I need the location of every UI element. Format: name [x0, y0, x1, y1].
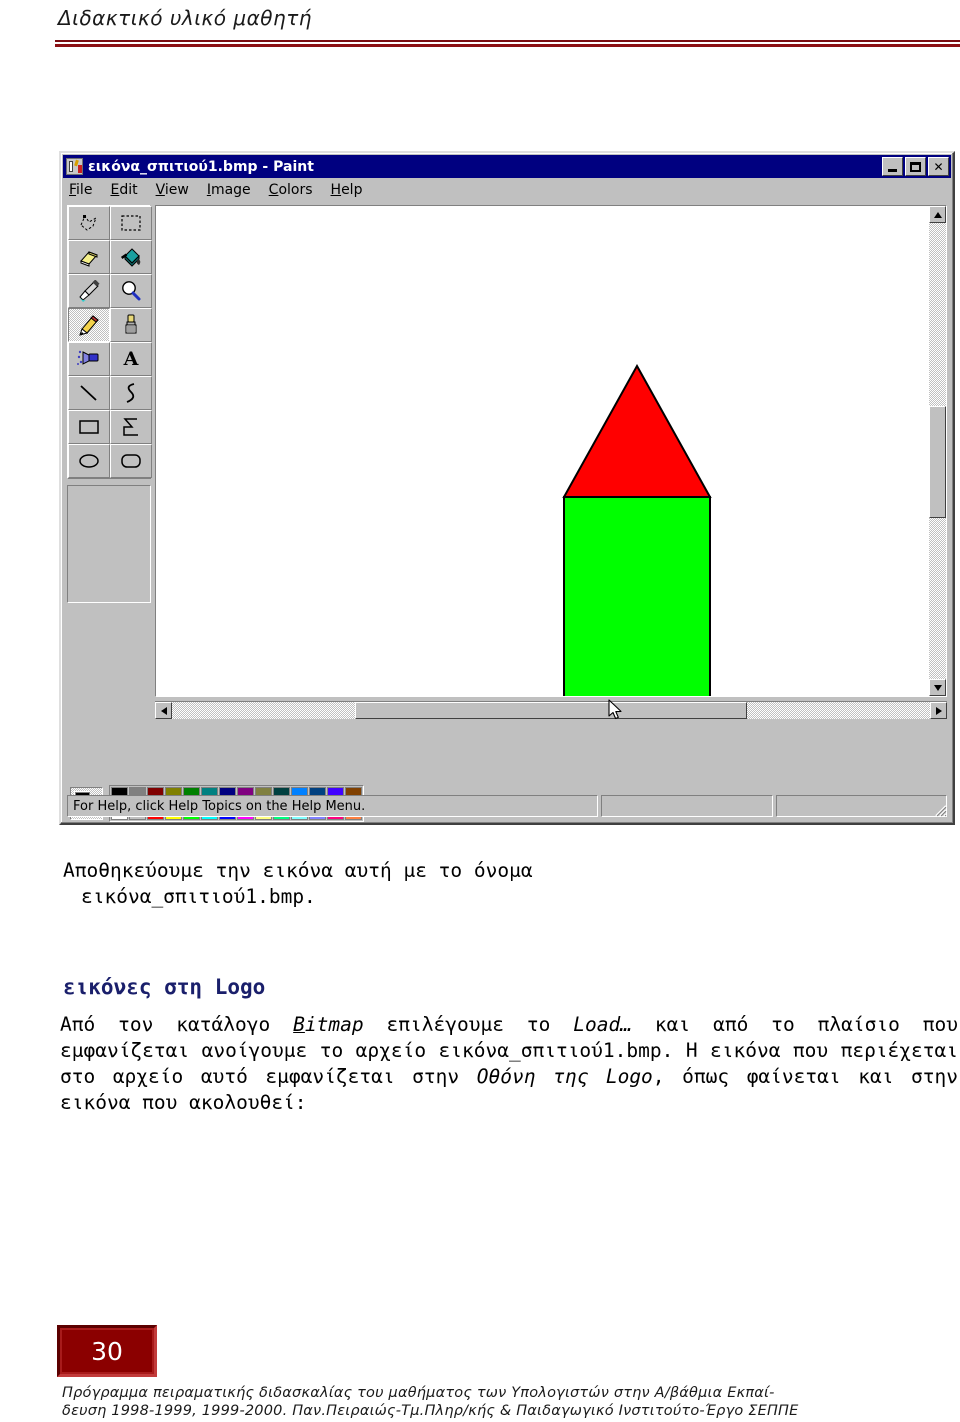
horizontal-scroll-thumb[interactable]	[355, 702, 747, 719]
para2-text-a: Από τον κατάλογο	[60, 1013, 294, 1036]
logo-screen-label: Οθόνη της Logo	[476, 1065, 653, 1088]
scroll-down-button[interactable]	[929, 679, 946, 696]
minimize-button[interactable]	[882, 157, 903, 176]
paint-status-bar: For Help, click Help Topics on the Help …	[67, 795, 947, 817]
eraser-tool-icon[interactable]	[68, 240, 110, 274]
page-header-title: Διδακτικό υλικό μαθητή	[58, 6, 312, 30]
page-footer: Πρόγραμμα πειραματικής διδασκαλίας του μ…	[62, 1384, 952, 1420]
bitmap-menu-rest: itmap	[304, 1013, 364, 1036]
rectangle-tool-icon[interactable]	[68, 410, 110, 444]
free-form-select-tool-icon[interactable]	[68, 206, 110, 240]
pencil-tool-icon[interactable]	[68, 308, 110, 342]
page-number-text: 30	[60, 1328, 154, 1374]
canvas-area	[155, 205, 947, 821]
close-button[interactable]: ✕	[928, 157, 949, 176]
status-message: For Help, click Help Topics on the Help …	[67, 795, 598, 817]
paint-application-window: εικόνα_σπιτιού1.bmp - Paint ✕ File Edit …	[59, 151, 955, 825]
fill-with-color-tool-icon[interactable]	[110, 240, 152, 274]
para1-line2: εικόνα_σπιτιού1.bmp.	[81, 885, 316, 908]
curve-tool-icon[interactable]	[110, 376, 152, 410]
bitmap-menu-mnemonic: B	[293, 1013, 305, 1036]
polygon-tool-icon[interactable]	[110, 410, 152, 444]
load-command-label: Load…	[573, 1013, 632, 1036]
canvas-vertical-scrollbar[interactable]	[929, 206, 946, 696]
page-number-badge: 30	[57, 1325, 157, 1377]
paint-title-bar[interactable]: εικόνα_σπιτιού1.bmp - Paint ✕	[63, 155, 951, 178]
status-panel-3	[776, 795, 947, 817]
pick-color-tool-icon[interactable]	[68, 274, 110, 308]
menu-edit[interactable]: Edit	[110, 182, 137, 198]
magnifier-tool-icon[interactable]	[110, 274, 152, 308]
vertical-scroll-thumb[interactable]	[929, 406, 946, 518]
menu-view[interactable]: View	[156, 182, 189, 198]
menu-help[interactable]: Help	[331, 182, 363, 198]
canvas-horizontal-scrollbar[interactable]	[155, 701, 947, 719]
house-drawing	[562, 364, 712, 696]
para2-text-b: επιλέγουμε το	[363, 1013, 574, 1036]
line-tool-icon[interactable]	[68, 376, 110, 410]
scroll-right-button[interactable]	[930, 702, 947, 719]
brush-tool-icon[interactable]	[110, 308, 152, 342]
tool-button-grid: A	[67, 205, 152, 479]
para1-line1: Αποθηκεύουμε την εικόνα αυτή με το όνομα	[63, 859, 533, 882]
maximize-button[interactable]	[905, 157, 926, 176]
mouse-cursor-icon	[608, 699, 622, 720]
paragraph-logo-instructions: Από τον κατάλογο Bitmap επιλέγουμε το Lo…	[60, 1012, 958, 1116]
header-divider-rule	[55, 40, 960, 47]
rounded-rectangle-tool-icon[interactable]	[110, 444, 152, 478]
paint-menu-bar: File Edit View Image Colors Help	[63, 179, 951, 201]
airbrush-tool-icon[interactable]	[68, 342, 110, 376]
paint-canvas[interactable]	[155, 205, 947, 697]
window-resize-grip[interactable]	[931, 801, 947, 817]
window-buttons: ✕	[882, 157, 949, 176]
menu-file[interactable]: File	[69, 182, 92, 198]
ellipse-tool-icon[interactable]	[68, 444, 110, 478]
paint-app-icon	[66, 158, 83, 175]
footer-line-2: δευση 1998-1999, 1999-2000. Παν.Πειραιώς…	[62, 1403, 799, 1419]
text-tool-icon[interactable]: A	[110, 342, 152, 376]
menu-image[interactable]: Image	[207, 182, 251, 198]
rectangle-select-tool-icon[interactable]	[110, 206, 152, 240]
window-title-text: εικόνα_σπιτιού1.bmp - Paint	[88, 158, 314, 175]
section-heading-images-in-logo: εικόνες στη Logo	[63, 975, 266, 999]
menu-colors[interactable]: Colors	[269, 182, 313, 198]
scroll-up-button[interactable]	[929, 206, 946, 223]
paragraph-save-image: Αποθηκεύουμε την εικόνα αυτή με το όνομα…	[63, 858, 683, 910]
scroll-left-button[interactable]	[155, 702, 172, 719]
tool-options-panel[interactable]	[67, 485, 151, 603]
footer-line-1: Πρόγραμμα πειραματικής διδασκαλίας του μ…	[62, 1385, 775, 1401]
paint-toolbox: A	[67, 205, 152, 787]
status-panel-2	[601, 795, 773, 817]
